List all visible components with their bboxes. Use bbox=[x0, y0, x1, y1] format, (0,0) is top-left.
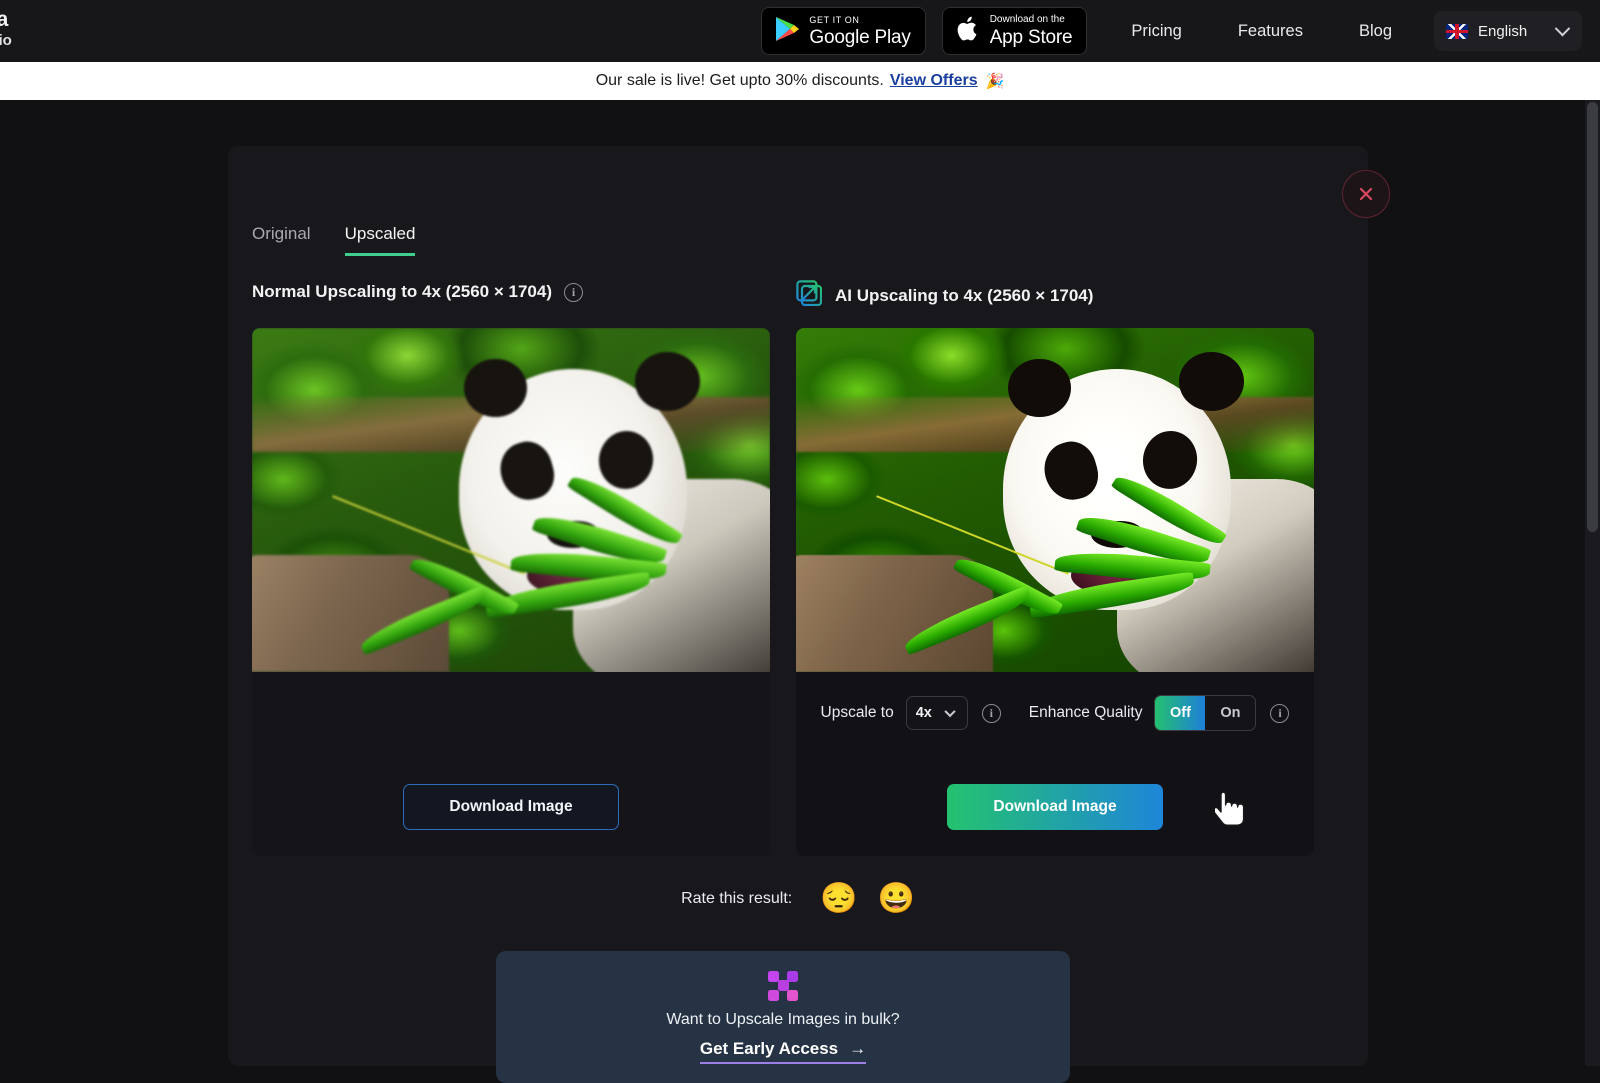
get-early-access-label: Get Early Access bbox=[700, 1039, 838, 1059]
chevron-down-icon bbox=[944, 706, 955, 717]
download-image-button-ai[interactable]: Download Image bbox=[947, 784, 1163, 830]
view-offers-link[interactable]: View Offers bbox=[890, 72, 978, 90]
enhance-quality-toggle[interactable]: Off On bbox=[1154, 695, 1256, 731]
nav-link-blog[interactable]: Blog bbox=[1331, 22, 1420, 41]
uk-flag-icon bbox=[1446, 24, 1468, 39]
rate-this-result-label: Rate this result: bbox=[681, 890, 792, 908]
announcement-bar: Our sale is live! Get upto 30% discounts… bbox=[0, 62, 1600, 100]
page-scrollbar[interactable] bbox=[1585, 100, 1600, 1066]
info-icon[interactable]: i bbox=[1270, 704, 1289, 723]
tab-original[interactable]: Original bbox=[252, 224, 311, 256]
enhance-quality-on-option[interactable]: On bbox=[1205, 696, 1255, 730]
ai-upscale-icon bbox=[796, 280, 822, 311]
ai-upscaled-image bbox=[796, 328, 1314, 672]
info-icon[interactable]: i bbox=[982, 704, 1001, 723]
info-icon[interactable]: i bbox=[564, 283, 583, 302]
google-play-small-label: GET IT ON bbox=[809, 16, 910, 25]
upscale-result-modal: Original Upscaled Normal Upscaling to 4x… bbox=[228, 146, 1368, 1066]
rating-negative-button[interactable]: 😔 bbox=[820, 884, 857, 914]
scrollbar-thumb[interactable] bbox=[1587, 102, 1598, 532]
language-label: English bbox=[1478, 23, 1547, 40]
ai-upscaling-heading: AI Upscaling to 4x (2560 × 1704) bbox=[796, 280, 1093, 311]
party-popper-icon: 🎉 bbox=[986, 72, 1005, 90]
bulk-upscale-text: Want to Upscale Images in bulk? bbox=[666, 1011, 899, 1029]
nav-link-pricing[interactable]: Pricing bbox=[1103, 22, 1209, 41]
get-early-access-link[interactable]: Get Early Access → bbox=[700, 1039, 866, 1064]
enhance-quality-label: Enhance Quality bbox=[1029, 704, 1143, 722]
arrow-right-icon: → bbox=[849, 1039, 866, 1059]
ai-upscaling-title: AI Upscaling to 4x (2560 × 1704) bbox=[835, 286, 1093, 306]
enhance-quality-off-option[interactable]: Off bbox=[1155, 696, 1205, 730]
google-play-label: Google Play bbox=[809, 28, 910, 47]
ai-upscaling-card: Upscale to 4x i Enhance Quality Off On i… bbox=[796, 328, 1314, 856]
page-body: Original Upscaled Normal Upscaling to 4x… bbox=[0, 100, 1600, 1066]
top-navigation-bar: edia lBin.io GET IT ON Google Play bbox=[0, 0, 1600, 62]
normal-upscaling-heading: Normal Upscaling to 4x (2560 × 1704) i bbox=[252, 282, 583, 302]
bulk-upscale-icon bbox=[768, 971, 798, 1001]
app-store-small-label: Download on the bbox=[990, 15, 1073, 25]
google-play-icon bbox=[774, 15, 800, 48]
rating-row: Rate this result: 😔 😀 bbox=[228, 884, 1368, 914]
normal-upscaling-title: Normal Upscaling to 4x (2560 × 1704) bbox=[252, 282, 552, 302]
download-image-button-normal[interactable]: Download Image bbox=[403, 784, 619, 830]
chevron-down-icon bbox=[1555, 20, 1571, 36]
logo-line-1: edia bbox=[0, 8, 12, 32]
app-store-label: App Store bbox=[990, 28, 1073, 47]
nav-link-features[interactable]: Features bbox=[1210, 22, 1331, 41]
rating-positive-button[interactable]: 😀 bbox=[878, 884, 915, 914]
nav-right-group: GET IT ON Google Play Download on the Ap… bbox=[761, 0, 1582, 62]
google-play-badge[interactable]: GET IT ON Google Play bbox=[761, 7, 925, 55]
announcement-text: Our sale is live! Get upto 30% discounts… bbox=[596, 72, 884, 90]
language-selector[interactable]: English bbox=[1434, 11, 1582, 51]
tab-upscaled[interactable]: Upscaled bbox=[345, 224, 416, 256]
upscale-factor-value: 4x bbox=[916, 705, 932, 721]
ai-controls-row: Upscale to 4x i Enhance Quality Off On i bbox=[796, 672, 1314, 754]
bulk-upscale-cta: Want to Upscale Images in bulk? Get Earl… bbox=[496, 951, 1070, 1083]
upscale-factor-select[interactable]: 4x bbox=[906, 696, 968, 730]
logo-line-2: lBin.io bbox=[0, 32, 12, 49]
normal-upscaled-image bbox=[252, 328, 770, 672]
app-store-badge[interactable]: Download on the App Store bbox=[942, 7, 1088, 55]
upscale-to-label: Upscale to bbox=[821, 704, 894, 722]
close-icon[interactable] bbox=[1342, 170, 1390, 218]
result-tabs: Original Upscaled bbox=[252, 224, 415, 256]
normal-upscaling-card: Download Image bbox=[252, 328, 770, 856]
site-logo[interactable]: edia lBin.io bbox=[0, 8, 12, 49]
apple-icon bbox=[955, 14, 981, 49]
